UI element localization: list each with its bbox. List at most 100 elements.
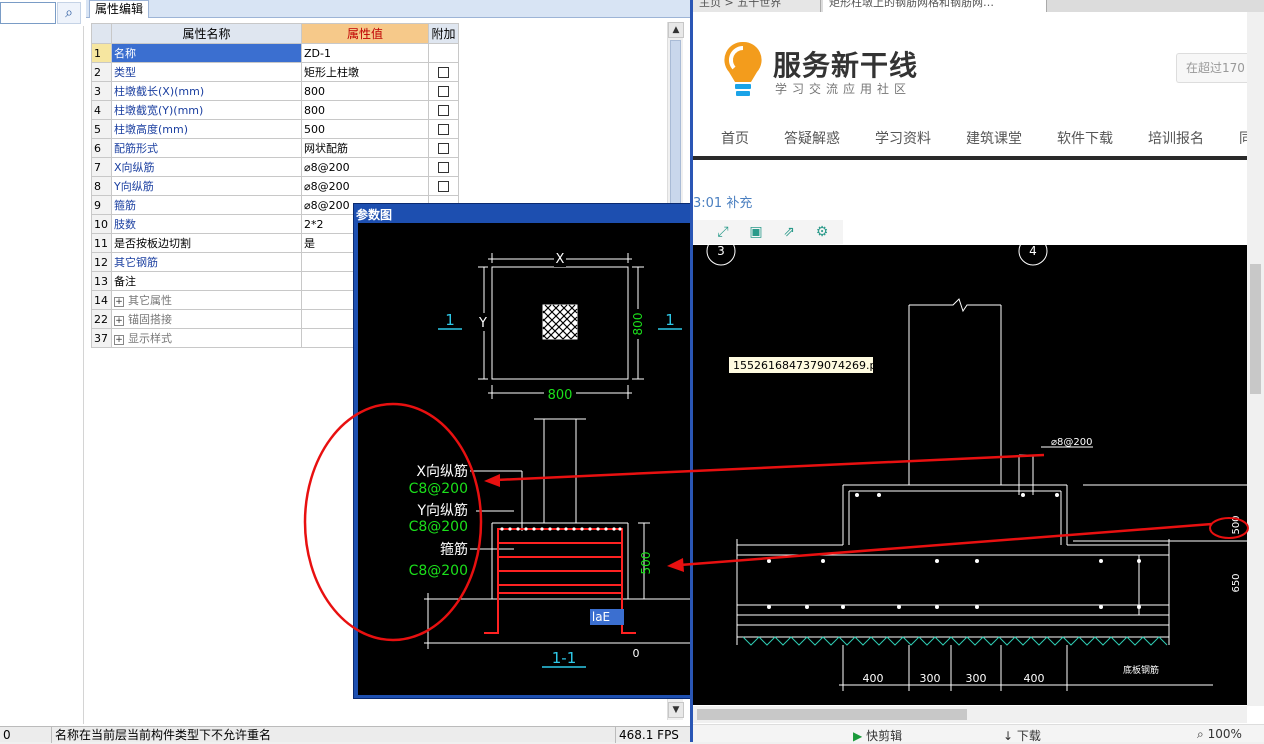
row-number: 8 [91,176,112,196]
nav-download[interactable]: 软件下载 [1057,128,1113,148]
expand-icon[interactable]: + [114,335,124,345]
column-header-name: 属性名称 [111,23,302,44]
side-dim-650: 650 [1231,573,1242,592]
column-header-extra: 附加 [428,23,459,44]
property-name[interactable]: 肢数 [111,214,302,234]
nav-training[interactable]: 培训报名 [1148,128,1204,148]
extra-checkbox[interactable] [438,143,449,154]
property-name-label: 类型 [114,66,136,79]
search-input[interactable] [0,2,56,24]
cad-detail-image[interactable]: 1552616847379074269.png 3 4 ⌀8@200 400 3… [693,236,1247,705]
share-icon[interactable]: ⇗ [779,222,799,242]
extra-checkbox[interactable] [438,67,449,78]
plan-depth-value: 800 [631,313,645,336]
property-value[interactable]: 矩形上柱墩 [301,62,429,82]
row-number: 6 [91,138,112,158]
nav-qa[interactable]: 答疑解惑 [784,128,840,148]
property-name[interactable]: X向纵筋 [111,157,302,177]
property-name[interactable]: 名称 [111,43,302,63]
browser-scroll-thumb[interactable] [1250,264,1261,394]
quick-edit-button[interactable]: ▶ 快剪辑 [853,727,902,744]
scroll-down-icon[interactable]: ▼ [668,702,684,718]
fullscreen-icon[interactable]: ⤢ [713,222,733,242]
cad-detail-drawing: 1552616847379074269.png 3 4 ⌀8@200 400 3… [706,236,1247,691]
download-icon: ↓ [1003,729,1014,743]
dim-300-right: 300 [966,672,987,685]
expand-icon[interactable]: + [114,316,124,326]
property-row[interactable]: 2 类型 矩形上柱墩 [91,62,459,82]
property-name-label: 箍筋 [114,199,136,212]
dim-400-left: 400 [863,672,884,685]
browser-tab-2[interactable]: 矩形柱墩上的钢筋网格和钢筋网… [823,0,1047,12]
search-icon[interactable]: ⌕ [57,2,81,24]
scroll-up-icon[interactable]: ▲ [668,22,684,38]
property-name-label: 锚固搭接 [128,313,172,326]
property-row[interactable]: 8 Y向纵筋 ⌀8@200 [91,176,459,196]
extra-checkbox[interactable] [438,124,449,135]
property-name-label: 柱墩截长(X)(mm) [114,85,205,98]
property-name[interactable]: 备注 [111,271,302,291]
nav-home[interactable]: 首页 [721,128,749,148]
property-value[interactable]: ⌀8@200 [301,157,429,177]
property-name[interactable]: 箍筋 [111,195,302,215]
parameter-diagram-dialog[interactable]: 参数图 X Y 800 800 1 1 X向纵筋 C8@200 Y向纵筋 C8@… [353,203,692,699]
expand-icon[interactable]: + [114,297,124,307]
property-row[interactable]: 7 X向纵筋 ⌀8@200 [91,157,459,177]
dialog-title[interactable]: 参数图 [356,206,392,223]
property-name[interactable]: 类型 [111,62,302,82]
property-name-label: 是否按板边切割 [114,237,191,250]
property-row[interactable]: 5 柱墩高度(mm) 500 [91,119,459,139]
property-name[interactable]: 柱墩截长(X)(mm) [111,81,302,101]
property-value[interactable]: 800 [301,100,429,120]
extra-checkbox[interactable] [438,105,449,116]
property-value[interactable]: 网状配筋 [301,138,429,158]
extra-checkbox[interactable] [438,162,449,173]
nav-classroom[interactable]: 建筑课堂 [966,128,1022,148]
property-name-label: Y向纵筋 [114,180,154,193]
property-name-label: 配筋形式 [114,142,158,155]
zoom-indicator[interactable]: ⌕ 100% [1197,727,1242,742]
row-number: 14 [91,290,112,310]
property-value[interactable]: ⌀8@200 [301,176,429,196]
property-name[interactable]: 其它钢筋 [111,252,302,272]
extra-cell [428,81,459,101]
zoom-label: 100% [1207,727,1242,741]
property-value[interactable]: 500 [301,119,429,139]
axis-label-3: 3 [717,245,725,258]
property-name[interactable]: + 显示样式 [111,328,302,348]
property-name[interactable]: Y向纵筋 [111,176,302,196]
brand-name[interactable]: 服务新干线 [773,44,918,84]
property-row[interactable]: 3 柱墩截长(X)(mm) 800 [91,81,459,101]
property-name[interactable]: + 锚固搭接 [111,309,302,329]
property-name[interactable]: + 其它属性 [111,290,302,310]
property-name[interactable]: 柱墩高度(mm) [111,119,302,139]
component-list-panel[interactable] [0,26,84,724]
browser-vertical-scrollbar[interactable] [1247,12,1264,706]
extra-checkbox[interactable] [438,86,449,97]
tab-property-editor[interactable]: 属性编辑 [89,0,150,18]
property-name[interactable]: 配筋形式 [111,138,302,158]
parameter-diagram-canvas: X Y 800 800 1 1 X向纵筋 C8@200 Y向纵筋 C8@200 … [358,223,692,695]
browser-tab-1[interactable]: 主页 > 五十世界 [693,0,821,12]
plan-y-label: Y [478,316,487,331]
property-row[interactable]: 1 名称 ZD-1 [91,43,459,63]
property-value[interactable]: 800 [301,81,429,101]
property-value[interactable]: ZD-1 [301,43,429,63]
extra-checkbox[interactable] [438,181,449,192]
browser-hscroll-thumb[interactable] [697,709,967,720]
property-row[interactable]: 6 配筋形式 网状配筋 [91,138,459,158]
section-title: 1-1 [552,649,577,667]
settings-icon[interactable]: ⚙ [812,222,832,242]
dim-300-left: 300 [920,672,941,685]
property-name[interactable]: 是否按板边切割 [111,233,302,253]
property-name-label: 其它钢筋 [114,256,158,269]
scissors-icon: ▶ [853,729,863,743]
browser-horizontal-scrollbar[interactable] [693,706,1247,723]
property-name[interactable]: 柱墩截宽(Y)(mm) [111,100,302,120]
download-button[interactable]: ↓ 下载 [1003,727,1041,744]
nav-materials[interactable]: 学习资料 [875,128,931,148]
save-icon[interactable]: ▣ [746,222,766,242]
property-row[interactable]: 4 柱墩截宽(Y)(mm) 800 [91,100,459,120]
status-bar: 0 名称在当前层当前构件类型下不允许重名 468.1 FPS [0,726,690,743]
extra-cell [428,43,459,63]
